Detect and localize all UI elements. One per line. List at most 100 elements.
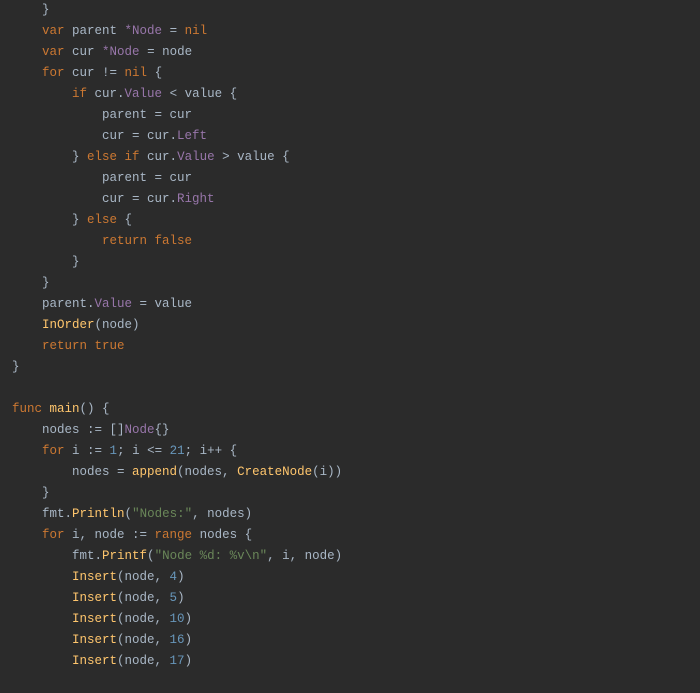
token-op: } [72,255,80,269]
code-line[interactable]: } else { [12,213,132,227]
token-kw: for [42,66,72,80]
token-id: ; i++ { [185,444,238,458]
token-op: } [12,360,20,374]
token-fn: Insert [72,654,117,668]
token-op: () { [80,402,110,416]
token-bool: true [95,339,125,353]
token-bool: nil [185,24,208,38]
token-kw: range [155,528,200,542]
code-line[interactable]: parent.Value = value [12,297,192,311]
token-num: 5 [170,591,178,605]
code-line[interactable]: } [12,3,50,17]
code-editor[interactable]: } var parent *Node = nil var cur *Node =… [0,0,700,672]
code-line[interactable]: Insert(node, 5) [12,591,185,605]
token-op: ) [185,654,193,668]
token-op: ) [185,633,193,647]
code-line[interactable]: } [12,276,50,290]
code-line[interactable]: nodes := []Node{} [12,423,170,437]
token-prop: Value [95,297,133,311]
code-line[interactable]: cur = cur.Left [12,129,207,143]
token-fn: Insert [72,591,117,605]
code-line[interactable]: return true [12,339,125,353]
code-line[interactable]: nodes = append(nodes, CreateNode(i)) [12,465,342,479]
token-prop: Value [177,150,215,164]
token-op: ( [147,549,155,563]
code-line[interactable]: if cur.Value < value { [12,87,237,101]
token-prop: *Node [125,24,163,38]
token-id: i, node := [72,528,155,542]
token-prop: Node [125,423,155,437]
token-prop: Left [177,129,207,143]
token-id: cur. [147,150,177,164]
token-id: cur = cur. [102,192,177,206]
code-line[interactable]: parent = cur [12,171,192,185]
code-line[interactable]: parent = cur [12,108,192,122]
code-line[interactable]: cur = cur.Right [12,192,215,206]
code-line[interactable]: } [12,255,80,269]
token-op: } [72,213,87,227]
code-line[interactable]: Insert(node, 16) [12,633,192,647]
token-fn: InOrder [42,318,95,332]
code-line[interactable]: Insert(node, 10) [12,612,192,626]
token-kw: for [42,444,72,458]
code-line[interactable]: Insert(node, 4) [12,570,185,584]
token-num: 4 [170,570,178,584]
token-id: nodes = [72,465,132,479]
token-op: { [147,66,162,80]
token-fn: Printf [102,549,147,563]
token-id: > value { [215,150,290,164]
token-num: 21 [170,444,185,458]
token-id: , i, node) [267,549,342,563]
token-op: } [42,486,50,500]
token-op: = [140,45,163,59]
token-id: = value [132,297,192,311]
code-line[interactable]: return false [12,234,192,248]
token-id: i := [72,444,110,458]
token-kw: if [72,87,95,101]
token-id: cur != [72,66,125,80]
code-line[interactable]: var cur *Node = node [12,45,192,59]
code-line[interactable]: } [12,360,20,374]
token-kw: return [102,234,155,248]
code-line[interactable]: fmt.Println("Nodes:", nodes) [12,507,252,521]
token-num: 17 [170,654,185,668]
code-line[interactable]: fmt.Printf("Node %d: %v\n", i, node) [12,549,342,563]
token-kw: var [42,45,72,59]
code-line[interactable]: func main() { [12,402,110,416]
token-prop: Value [125,87,163,101]
token-kw: else if [87,150,147,164]
token-kw: else [87,213,117,227]
token-id: fmt. [42,507,72,521]
token-id: (node, [117,633,170,647]
token-num: 10 [170,612,185,626]
token-id: ; i <= [117,444,170,458]
token-str: "Node %d: %v\n" [155,549,268,563]
code-line[interactable]: for i := 1; i <= 21; i++ { [12,444,237,458]
token-id: (node) [95,318,140,332]
code-line[interactable]: } [12,486,50,500]
token-fn: append [132,465,177,479]
code-line[interactable]: InOrder(node) [12,318,140,332]
code-line[interactable]: var parent *Node = nil [12,24,207,38]
token-id: cur [72,45,102,59]
code-line[interactable]: } else if cur.Value > value { [12,150,290,164]
token-op: } [72,150,87,164]
token-op: ( [125,507,133,521]
code-line[interactable]: for cur != nil { [12,66,162,80]
token-id: nodes { [200,528,253,542]
code-line[interactable]: for i, node := range nodes { [12,528,252,542]
token-bool: false [155,234,193,248]
code-line[interactable]: Insert(node, 17) [12,654,192,668]
token-id: , nodes) [192,507,252,521]
token-id: (node, [117,591,170,605]
token-id: parent [72,24,125,38]
token-id: fmt. [72,549,102,563]
token-id: (node, [117,654,170,668]
token-op: = [162,24,185,38]
token-op: { [117,213,132,227]
token-id: nodes := [] [42,423,125,437]
token-num: 1 [110,444,118,458]
token-op: } [42,276,50,290]
token-id: parent. [42,297,95,311]
token-id: cur = cur. [102,129,177,143]
